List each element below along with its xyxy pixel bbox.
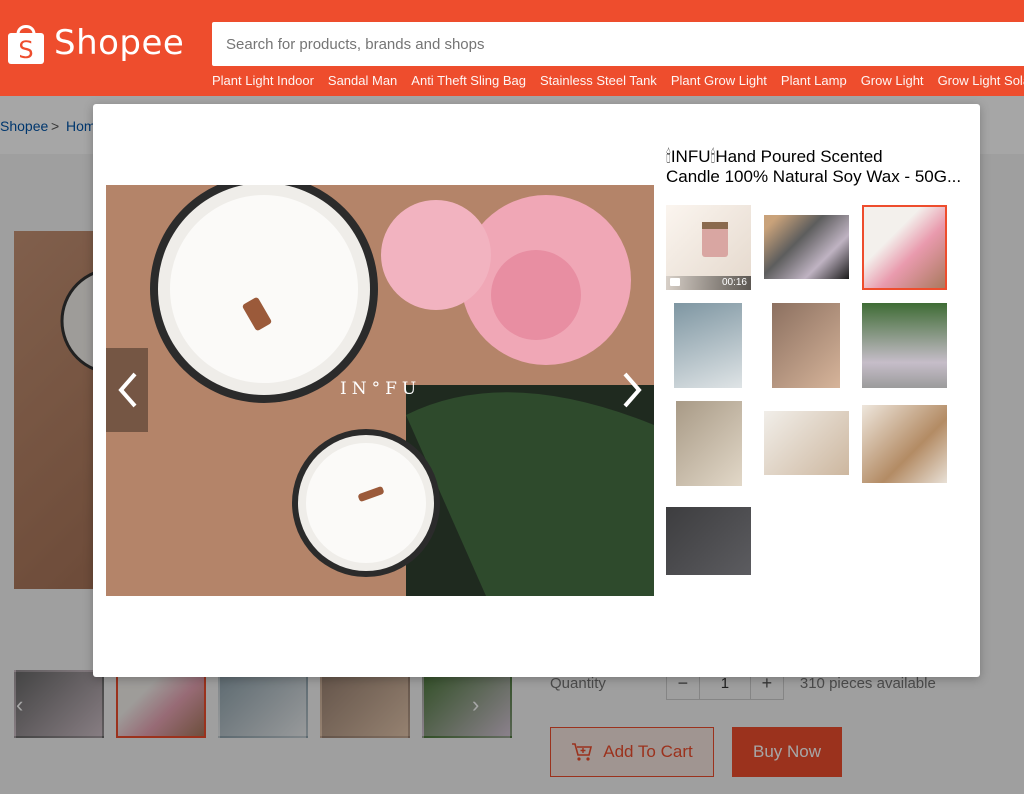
search-bar[interactable] <box>212 22 1024 66</box>
video-bar: 00:16 <box>666 276 751 290</box>
product-title: 🕯INFU🕯Hand Poured Scented Candle 100% Na… <box>666 147 976 187</box>
trending-link[interactable]: Plant Light Indoor <box>212 73 314 88</box>
gallery-thumbnail[interactable] <box>862 405 947 483</box>
header: S Shopee Plant Light Indoor Sandal Man A… <box>0 0 1024 96</box>
gallery-thumbnail[interactable] <box>666 507 751 575</box>
image-brand-watermark: IN°FU <box>340 379 422 399</box>
shopping-bag-icon: S <box>8 25 44 64</box>
gallery-thumbnail[interactable] <box>764 215 849 279</box>
next-image-button[interactable] <box>612 348 654 432</box>
logo-letter: S <box>18 36 33 64</box>
trending-link[interactable]: Grow Light <box>861 73 924 88</box>
trending-link[interactable]: Grow Light Solar <box>938 73 1024 88</box>
trending-links: Plant Light Indoor Sandal Man Anti Theft… <box>212 73 1024 88</box>
trending-link[interactable]: Sandal Man <box>328 73 397 88</box>
gallery-thumbnail[interactable] <box>674 303 742 388</box>
video-camera-icon <box>670 278 680 286</box>
shopee-logo[interactable]: S Shopee <box>6 20 184 66</box>
trending-link[interactable]: Anti Theft Sling Bag <box>411 73 526 88</box>
product-title-line: Candle 100% Natural Soy Wax - 50G... <box>666 167 962 186</box>
trending-link[interactable]: Plant Lamp <box>781 73 847 88</box>
gallery-thumbnail-selected[interactable] <box>862 205 947 290</box>
gallery-thumbnail[interactable] <box>772 303 840 388</box>
prev-image-button[interactable] <box>106 348 148 432</box>
gallery-thumbnail[interactable] <box>862 303 947 388</box>
trending-link[interactable]: Plant Grow Light <box>671 73 767 88</box>
search-input[interactable] <box>212 22 1020 66</box>
image-gallery-modal: IN°FU 🕯INFU🕯Hand Poured Scented Candle 1… <box>93 104 980 677</box>
chevron-right-icon <box>623 372 642 408</box>
gallery-main-image[interactable]: IN°FU <box>106 185 654 596</box>
chevron-left-icon <box>118 372 137 408</box>
logo-text: Shopee <box>54 23 185 63</box>
trending-link[interactable]: Stainless Steel Tank <box>540 73 657 88</box>
product-title-line: 🕯INFU🕯Hand Poured Scented <box>666 147 883 166</box>
gallery-thumbnail[interactable] <box>676 401 742 486</box>
gallery-thumbnail[interactable] <box>764 411 849 475</box>
video-duration: 00:16 <box>721 277 747 288</box>
gallery-video-thumbnail[interactable]: 00:16 <box>666 205 751 290</box>
